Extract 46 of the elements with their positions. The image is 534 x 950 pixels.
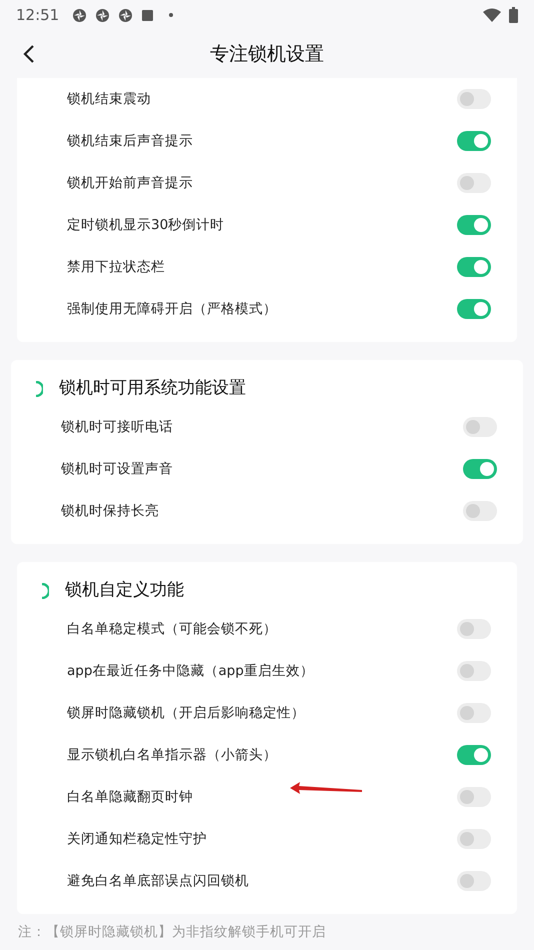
back-icon [23,44,35,64]
setting-label: 禁用下拉状态栏 [67,258,165,277]
toggle-switch[interactable] [457,745,491,765]
setting-label: app在最近任务中隐藏（app重启生效） [67,662,314,681]
setting-label: 白名单隐藏翻页时钟 [67,788,193,807]
toggle-switch[interactable] [457,131,491,151]
toggle-switch[interactable] [457,173,491,193]
toggle-switch[interactable] [457,619,491,639]
keyboard-icon [142,10,154,20]
pinwheel-icon [73,8,86,22]
setting-label: 锁屏时隐藏锁机（开启后影响稳定性） [67,704,305,723]
footer-note: 注：【锁屏时隐藏锁机】为非指纹解锁手机可开启 [17,923,327,942]
toggle-switch[interactable] [457,871,491,891]
toggle-switch[interactable] [457,215,491,235]
toggle-switch[interactable] [463,501,497,521]
setting-label: 锁机时保持长亮 [61,502,159,521]
toggle-switch[interactable] [457,257,491,277]
setting-label: 强制使用无障碍开启（严格模式） [67,300,277,319]
toggle-switch[interactable] [457,661,491,681]
setting-label: 避免白名单底部误点闪回锁机 [67,872,249,891]
toggle-switch[interactable] [457,703,491,723]
setting-label: 锁机时可设置声音 [61,460,173,479]
toggle-switch[interactable] [457,787,491,807]
setting-label: 白名单稳定模式（可能会锁不死） [67,620,277,639]
section-title: 锁机时可用系统功能设置 [59,377,246,400]
page-title: 专注锁机设置 [210,42,324,67]
toggle-switch[interactable] [463,417,497,437]
toggle-switch[interactable] [457,299,491,319]
pinwheel-icon [119,8,132,22]
status-time: 12:51 [16,4,60,26]
spinner-icon [35,381,43,397]
setting-label: 锁机时可接听电话 [61,418,173,437]
toggle-switch[interactable] [457,89,491,109]
spinner-icon [41,583,49,599]
toggle-switch[interactable] [463,459,497,479]
pinwheel-icon [96,8,110,22]
wifi-icon [483,8,501,22]
setting-label: 关闭通知栏稳定性守护 [67,830,207,849]
setting-label: 锁机开始前声音提示 [67,174,193,193]
toggle-switch[interactable] [457,829,491,849]
section-title: 锁机自定义功能 [65,579,184,602]
battery-icon [509,7,518,23]
setting-label: 显示锁机白名单指示器（小箭头） [67,746,277,765]
setting-label: 定时锁机显示30秒倒计时 [67,216,224,235]
setting-label: 锁机结束后声音提示 [67,132,193,151]
setting-label: 锁机结束震动 [67,90,151,109]
